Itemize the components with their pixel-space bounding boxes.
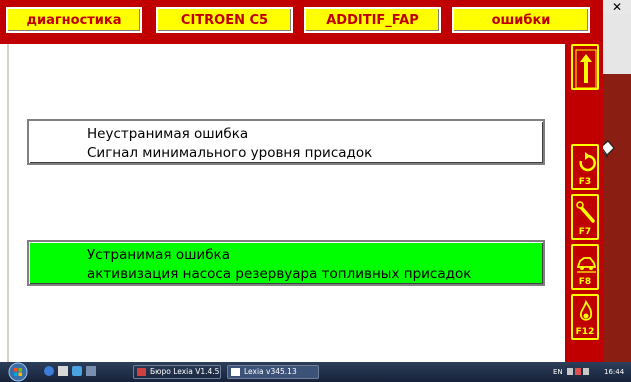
- top-bar: диагностика CITROEN C5 ADDITIF_FAP ошибк…: [0, 0, 603, 44]
- tab-ecu-label: ADDITIF_FAP: [326, 12, 419, 28]
- car-icon: [576, 257, 597, 273]
- start-button[interactable]: [6, 362, 30, 382]
- taskbar-item-bureau-lexia[interactable]: Бюро Lexia V1.4.5: [133, 365, 221, 379]
- lexia-icon: [137, 368, 146, 376]
- f12-key-label: F12: [575, 327, 595, 337]
- language-indicator[interactable]: EN: [553, 368, 563, 376]
- tab-ecu[interactable]: ADDITIF_FAP: [304, 7, 441, 33]
- taskbar-item-lexia[interactable]: Lexia v345.13: [227, 365, 319, 379]
- back-button[interactable]: F3: [571, 144, 599, 190]
- window-close-button[interactable]: ✕: [603, 0, 631, 14]
- back-arrow-icon: [579, 152, 596, 172]
- window-icon: [231, 368, 240, 376]
- f8-key-label: F8: [578, 277, 592, 287]
- arrow-up-icon: [575, 49, 597, 89]
- fault-list-panel: [7, 44, 567, 362]
- background-window-upper: [603, 14, 631, 74]
- fault-description: активизация насоса резервуара топливных …: [87, 266, 472, 282]
- quicklaunch-desktop-icon[interactable]: [86, 366, 96, 376]
- quicklaunch-app-icon[interactable]: [72, 366, 82, 376]
- tab-vehicle[interactable]: CITROEN C5: [156, 7, 293, 33]
- fault-item-intermittent[interactable]: Устранимая ошибка активизация насоса рез…: [27, 240, 545, 286]
- tab-faults[interactable]: ошибки: [452, 7, 590, 33]
- tray-icons[interactable]: [567, 367, 597, 376]
- tab-diagnostics-label: диагностика: [26, 12, 122, 28]
- tab-vehicle-label: CITROEN C5: [180, 12, 269, 28]
- wrench-icon: [576, 201, 595, 223]
- taskbar-item-label: Lexia v345.13: [244, 367, 297, 376]
- repair-button[interactable]: F7: [571, 194, 599, 240]
- fault-type-label: Устранимая ошибка: [87, 247, 230, 263]
- fire-icon: [579, 299, 593, 321]
- tab-faults-label: ошибки: [491, 12, 551, 28]
- lexia-app: диагностика CITROEN C5 ADDITIF_FAP ошибк…: [0, 0, 631, 382]
- quicklaunch-document-icon[interactable]: [58, 366, 68, 376]
- close-icon: ✕: [611, 0, 623, 14]
- quicklaunch-browser-icon[interactable]: [44, 366, 54, 376]
- fault-description: Сигнал минимального уровня присадок: [87, 145, 373, 161]
- special-function-button[interactable]: F12: [571, 294, 599, 340]
- fault-type-label: Неустранимая ошибка: [87, 126, 249, 142]
- taskbar-item-label: Бюро Lexia V1.4.5: [150, 367, 220, 376]
- f3-key-label: F3: [578, 177, 592, 187]
- tab-diagnostics[interactable]: диагностика: [6, 7, 142, 33]
- tray-network-icon[interactable]: [567, 368, 573, 375]
- vehicle-button[interactable]: F8: [571, 244, 599, 290]
- f7-key-label: F7: [578, 227, 592, 237]
- scroll-up-button[interactable]: [571, 44, 599, 90]
- background-window-lower: [603, 74, 631, 362]
- clock[interactable]: 16:44: [604, 368, 624, 376]
- fault-item-permanent[interactable]: Неустранимая ошибка Сигнал минимального …: [27, 119, 545, 165]
- tray-security-icon[interactable]: [575, 368, 581, 375]
- tray-volume-icon[interactable]: [583, 368, 589, 375]
- background-window-strip: [603, 14, 631, 362]
